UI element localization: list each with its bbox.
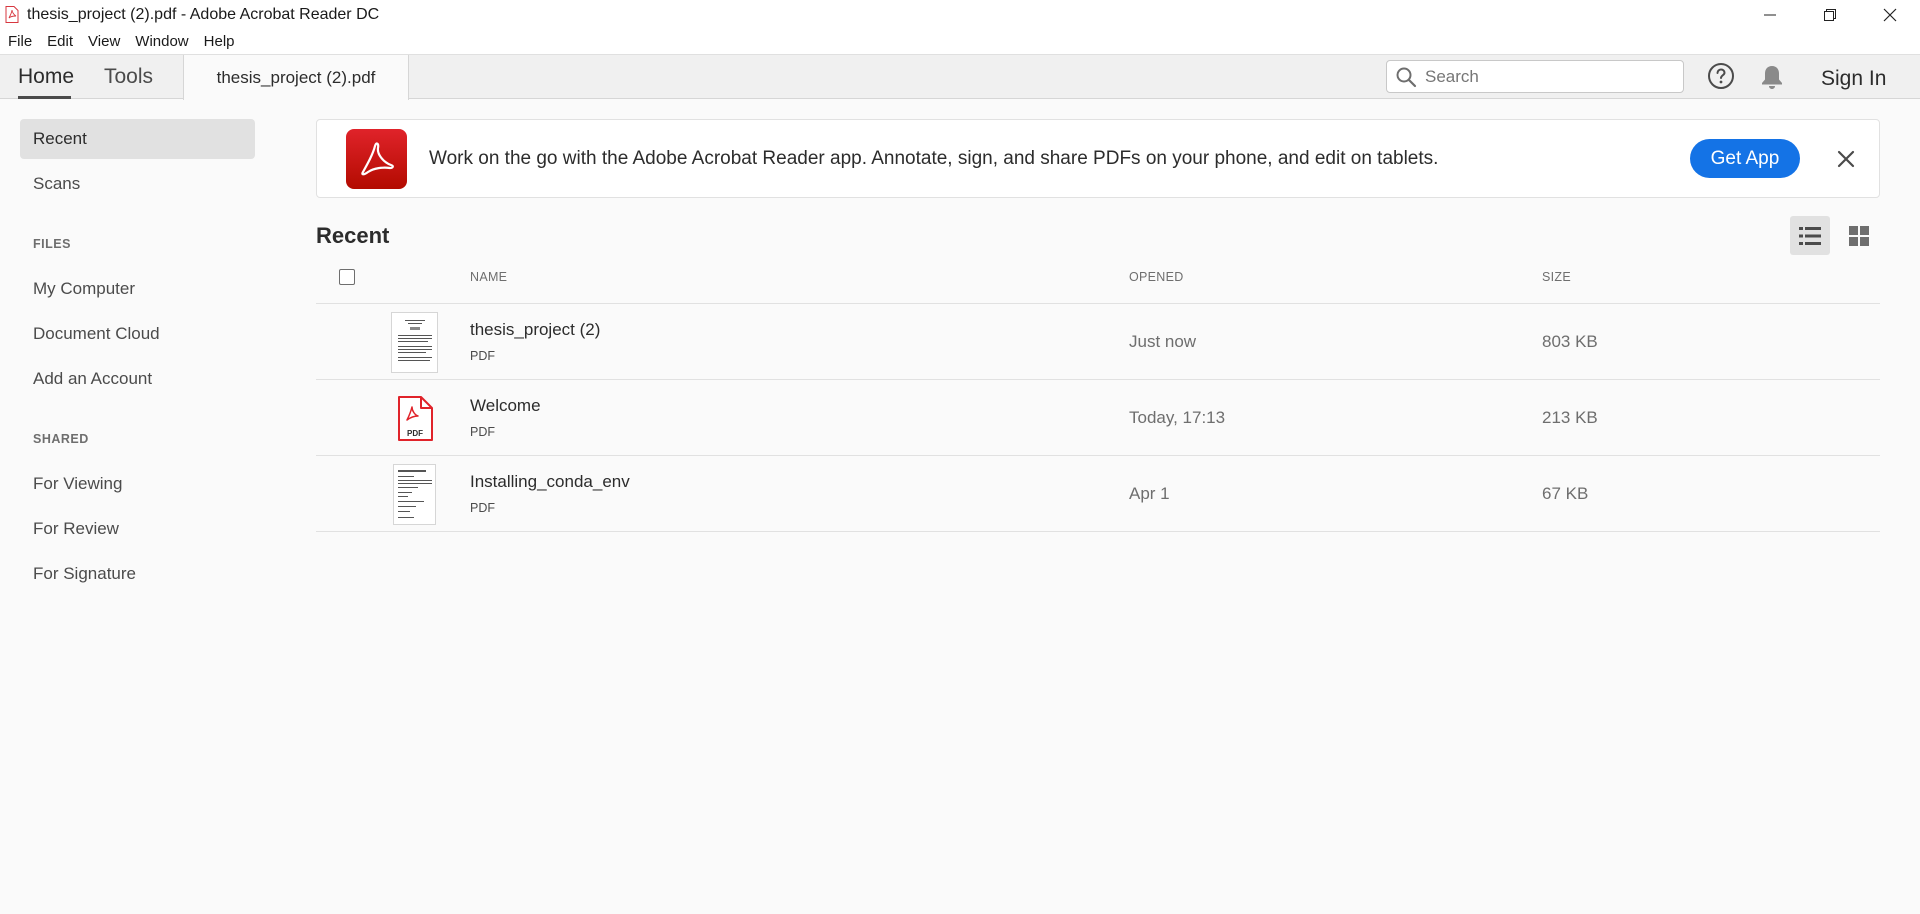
banner-message: Work on the go with the Adobe Acrobat Re…: [429, 148, 1439, 169]
column-header-size[interactable]: SIZE: [1542, 270, 1571, 284]
sign-in-button[interactable]: Sign In: [1821, 67, 1886, 91]
pdf-file-icon: PDF: [398, 396, 433, 441]
notifications-bell-icon[interactable]: [1759, 63, 1785, 91]
svg-text:PDF: PDF: [407, 429, 423, 438]
recent-heading: Recent: [316, 223, 390, 248]
document-thumbnail: [393, 464, 436, 525]
table-row[interactable]: thesis_project (2) PDF Just now 803 KB: [316, 304, 1880, 380]
file-name[interactable]: Welcome: [470, 396, 541, 416]
search-box[interactable]: [1386, 60, 1684, 93]
sidebar: Recent Scans FILES My Computer Document …: [0, 100, 270, 914]
column-header-opened[interactable]: OPENED: [1129, 270, 1184, 284]
file-opened: Today, 17:13: [1129, 408, 1226, 427]
sidebar-item-recent[interactable]: Recent: [20, 119, 255, 159]
sidebar-item-document-cloud[interactable]: Document Cloud: [20, 314, 255, 354]
search-input[interactable]: [1425, 66, 1665, 87]
tab-document[interactable]: thesis_project (2).pdf: [183, 55, 409, 100]
promo-banner: Work on the go with the Adobe Acrobat Re…: [316, 119, 1880, 198]
menu-file[interactable]: File: [8, 33, 32, 50]
grid-view-button[interactable]: [1839, 216, 1879, 255]
select-all-checkbox[interactable]: [339, 269, 355, 285]
acrobat-logo-icon: [346, 129, 407, 189]
acrobat-app-icon: [5, 6, 19, 23]
window-controls: [1740, 0, 1920, 29]
file-size: 213 KB: [1542, 408, 1598, 427]
tab-bar: Home Tools thesis_project (2).pdf Sign I…: [0, 54, 1920, 100]
title-bar: thesis_project (2).pdf - Adobe Acrobat R…: [0, 0, 1920, 29]
active-tab-indicator: [18, 96, 71, 99]
restore-icon: [1824, 8, 1836, 21]
window-title: thesis_project (2).pdf - Adobe Acrobat R…: [27, 5, 380, 23]
sidebar-item-for-signature[interactable]: For Signature: [20, 554, 255, 594]
restore-button[interactable]: [1800, 0, 1860, 29]
table-row[interactable]: Installing_conda_env PDF Apr 1 67 KB: [316, 456, 1880, 532]
sidebar-item-scans[interactable]: Scans: [20, 164, 255, 204]
column-header-name[interactable]: NAME: [470, 270, 507, 284]
list-view-button[interactable]: [1790, 216, 1830, 255]
menu-edit[interactable]: Edit: [47, 33, 73, 50]
minimize-icon: [1764, 14, 1776, 15]
file-size: 67 KB: [1542, 484, 1589, 503]
file-opened: Just now: [1129, 332, 1197, 351]
sidebar-item-for-viewing[interactable]: For Viewing: [20, 464, 255, 504]
file-type: PDF: [470, 425, 495, 439]
sidebar-item-for-review[interactable]: For Review: [20, 509, 255, 549]
grid-view-icon: [1849, 225, 1869, 246]
file-size: 803 KB: [1542, 332, 1598, 351]
list-view-icon: [1799, 226, 1821, 245]
menu-window[interactable]: Window: [135, 33, 188, 50]
close-icon: [1883, 8, 1897, 21]
sidebar-item-my-computer[interactable]: My Computer: [20, 269, 255, 309]
menu-help[interactable]: Help: [204, 33, 235, 50]
tab-home[interactable]: Home: [18, 65, 74, 89]
file-type: PDF: [470, 501, 495, 515]
file-table-header: NAME OPENED SIZE: [316, 258, 1880, 304]
close-banner-icon[interactable]: [1834, 147, 1858, 171]
help-icon[interactable]: [1707, 62, 1735, 90]
sidebar-heading-files: FILES: [33, 237, 71, 251]
menu-bar: File Edit View Window Help: [0, 29, 1920, 54]
document-thumbnail: [391, 312, 438, 373]
get-app-button[interactable]: Get App: [1690, 139, 1800, 178]
search-icon: [1396, 67, 1417, 87]
close-window-button[interactable]: [1860, 0, 1920, 29]
file-name[interactable]: thesis_project (2): [470, 320, 600, 340]
sidebar-heading-shared: SHARED: [33, 432, 89, 446]
menu-view[interactable]: View: [88, 33, 120, 50]
minimize-button[interactable]: [1740, 0, 1800, 29]
tab-tools[interactable]: Tools: [104, 65, 153, 89]
sidebar-item-add-account[interactable]: Add an Account: [20, 359, 255, 399]
table-row[interactable]: PDF Welcome PDF Today, 17:13 213 KB: [316, 380, 1880, 456]
file-opened: Apr 1: [1129, 484, 1170, 503]
file-name[interactable]: Installing_conda_env: [470, 472, 630, 492]
file-type: PDF: [470, 349, 495, 363]
